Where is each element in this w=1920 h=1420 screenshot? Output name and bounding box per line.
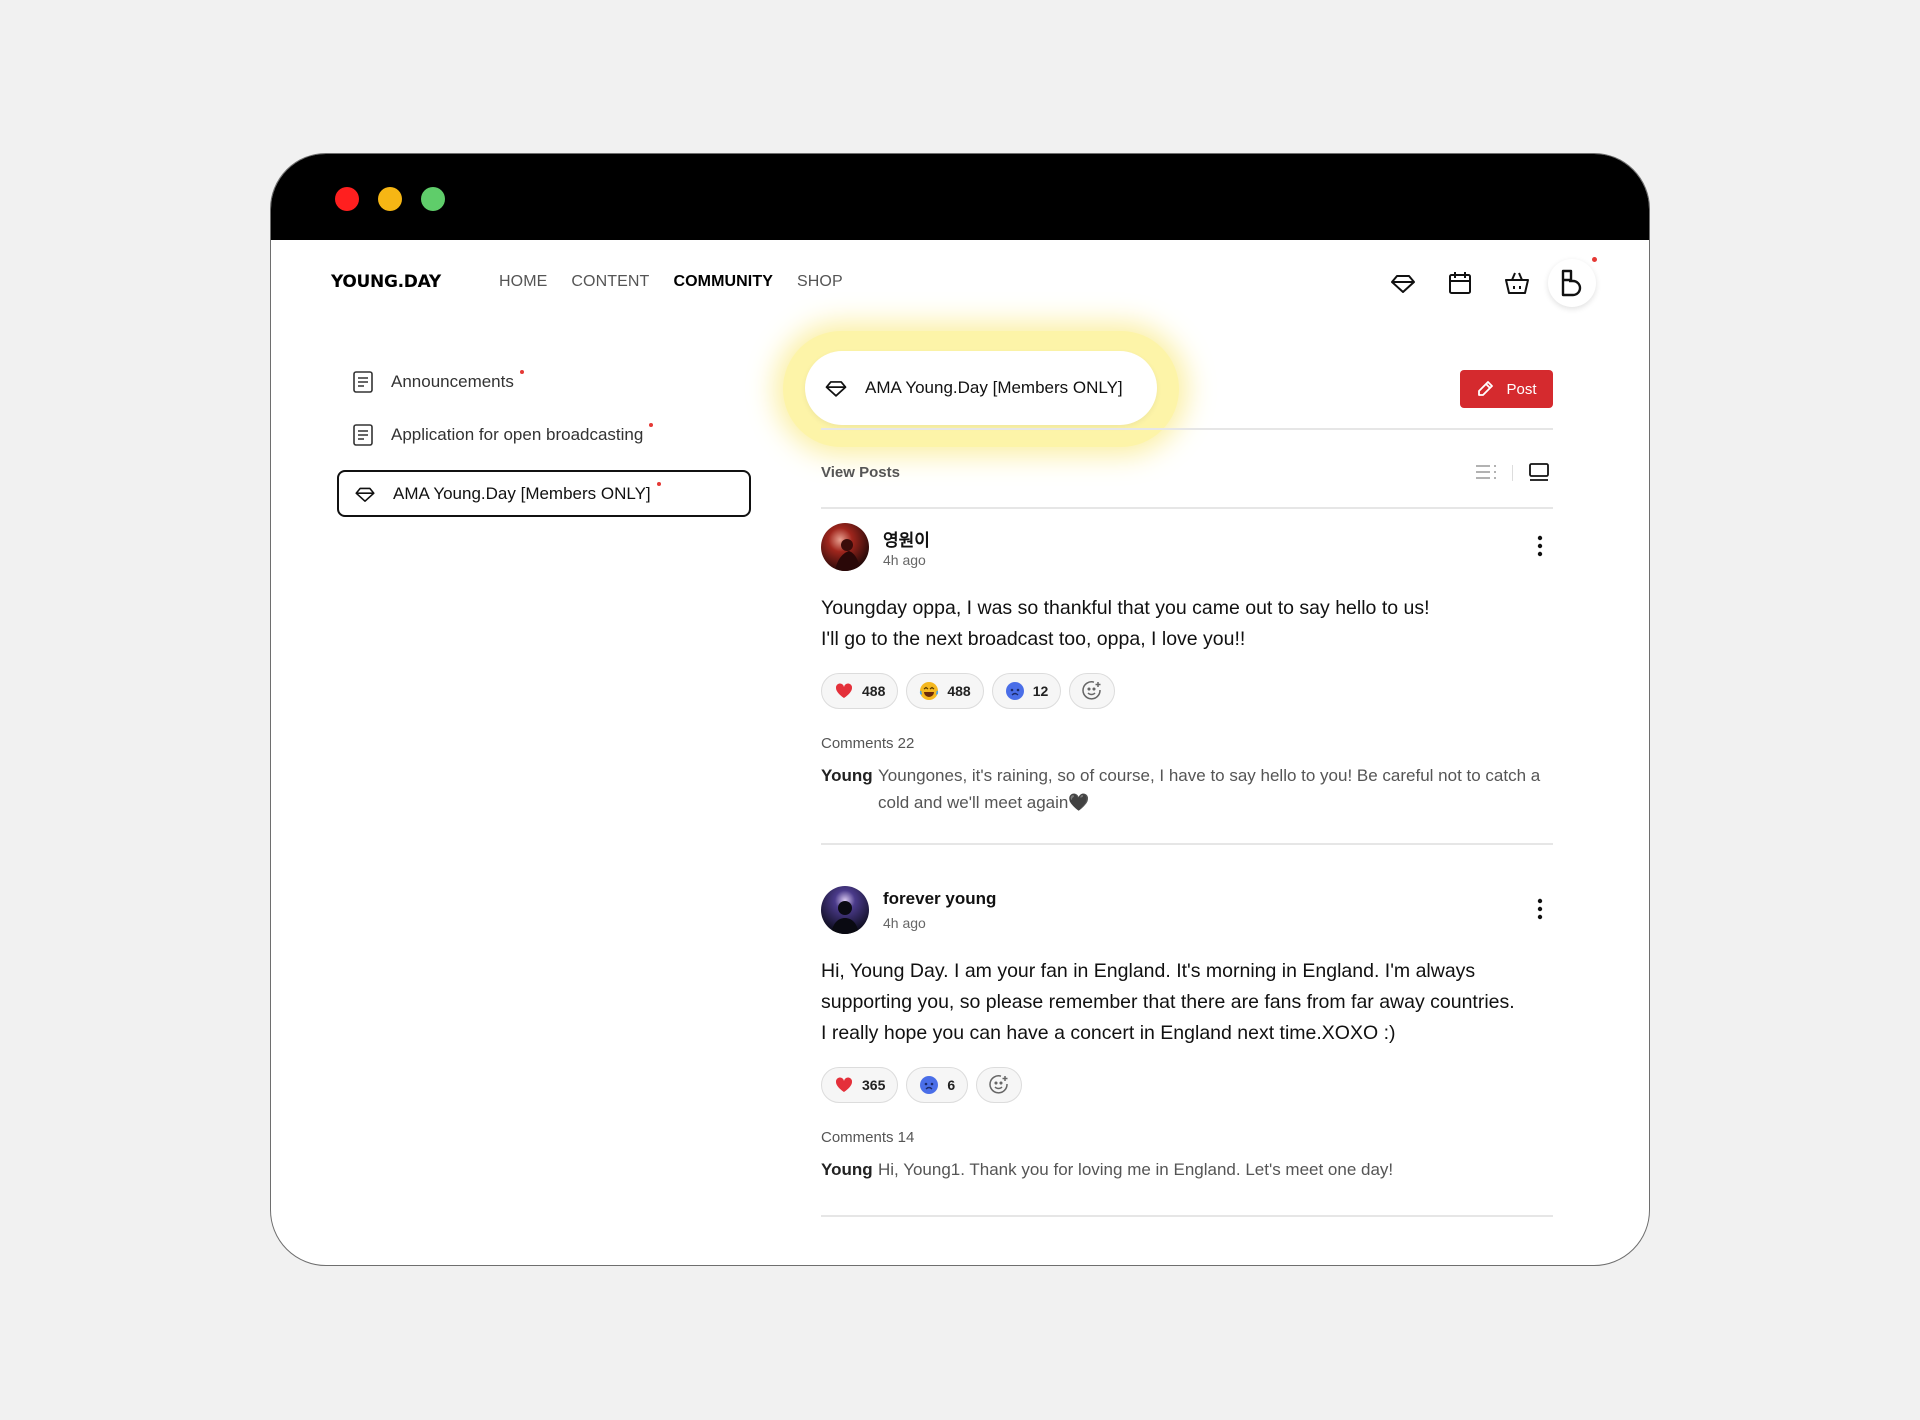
post-body: Hi, Young Day. I am your fan in England.… <box>821 956 1553 1049</box>
more-options-icon[interactable] <box>1527 533 1553 559</box>
view-posts-label: View Posts <box>821 464 900 481</box>
sidebar-item-label: Application for open broadcasting <box>391 424 644 444</box>
sidebar-item-label: AMA Young.Day [Members ONLY] <box>393 483 651 503</box>
list-view-icon[interactable] <box>1472 458 1500 486</box>
sidebar-item-label: Announcements <box>391 371 514 391</box>
laughing-emoji-icon <box>919 681 939 701</box>
browser-window: YOUNG.DAY HOME CONTENT COMMUNITY SHOP An… <box>270 153 1650 1266</box>
profile-avatar[interactable] <box>1548 259 1596 307</box>
new-indicator-dot <box>649 422 654 427</box>
comment: Young Hi, Young1. Thank you for loving m… <box>821 1156 1553 1183</box>
post-body-line: supporting you, so please remember that … <box>821 991 1515 1013</box>
diamond-icon <box>353 482 377 506</box>
add-reaction-button[interactable] <box>976 1067 1023 1103</box>
comment-text: Hi, Young1. Thank you for loving me in E… <box>878 1160 1394 1179</box>
post-button-label: Post <box>1506 380 1537 398</box>
view-toggle-separator <box>1512 465 1513 481</box>
window-titlebar <box>271 154 1649 240</box>
divider <box>821 507 1553 509</box>
post-body-line: I'll go to the next broadcast too, oppa,… <box>821 628 1246 650</box>
reaction-count: 488 <box>862 683 886 699</box>
heart-icon <box>834 681 854 701</box>
divider <box>821 843 1553 845</box>
main-nav: HOME CONTENT COMMUNITY SHOP <box>499 273 843 291</box>
card-view-icon[interactable] <box>1525 458 1553 486</box>
post-card: 영원이 4h ago Youngday oppa, I was so thank… <box>821 523 1553 816</box>
notification-dot <box>1592 257 1597 262</box>
nav-shop[interactable]: SHOP <box>797 273 843 291</box>
post-body-line: Youngday oppa, I was so thankful that yo… <box>821 597 1430 619</box>
post-time: 4h ago <box>883 915 926 931</box>
add-emoji-icon <box>989 1075 1008 1094</box>
shopping-bag-icon[interactable] <box>1501 267 1533 299</box>
user-avatar[interactable] <box>821 523 869 571</box>
more-options-icon[interactable] <box>1527 896 1553 922</box>
minimize-window-button[interactable] <box>378 187 402 211</box>
channel-title: AMA Young.Day [Members ONLY] <box>865 378 1123 397</box>
post-button[interactable]: Post <box>1460 370 1553 408</box>
post-body-line: I really hope you can have a concert in … <box>821 1022 1396 1044</box>
blue-face-emoji-icon <box>1005 681 1025 701</box>
user-avatar[interactable] <box>821 886 869 934</box>
post-body: Youngday oppa, I was so thankful that yo… <box>821 593 1553 655</box>
reaction-count: 365 <box>862 1077 886 1093</box>
reaction-heart[interactable]: 365 <box>821 1067 899 1103</box>
post-author[interactable]: forever young <box>883 889 996 909</box>
comment: Young Youngones, it's raining, so of cou… <box>821 762 1553 816</box>
sidebar-item-application-broadcasting[interactable]: Application for open broadcasting <box>337 411 751 458</box>
nav-home[interactable]: HOME <box>499 273 547 291</box>
post-card: forever young 4h ago Hi, Young Day. I am… <box>821 886 1553 1183</box>
reaction-count: 6 <box>947 1077 956 1093</box>
diamond-icon <box>823 375 849 401</box>
reaction-count: 12 <box>1032 683 1049 699</box>
comments-count[interactable]: Comments 14 <box>821 1129 1553 1146</box>
heart-icon <box>834 1075 854 1095</box>
site-logo[interactable]: YOUNG.DAY <box>331 272 441 292</box>
maximize-window-button[interactable] <box>421 187 445 211</box>
diamond-icon[interactable] <box>1387 267 1419 299</box>
post-body-line: Hi, Young Day. I am your fan in England.… <box>821 960 1476 982</box>
comment-author[interactable]: Young <box>821 762 878 816</box>
new-indicator-dot <box>656 481 661 486</box>
new-indicator-dot <box>519 369 524 374</box>
post-time: 4h ago <box>883 552 926 568</box>
close-window-button[interactable] <box>335 187 359 211</box>
sidebar-item-announcements[interactable]: Announcements <box>337 358 751 405</box>
add-reaction-button[interactable] <box>1069 673 1116 709</box>
divider <box>821 428 1553 430</box>
reaction-blue-face[interactable]: 12 <box>991 673 1062 709</box>
reaction-blue-face[interactable]: 6 <box>906 1067 969 1103</box>
sidebar-item-ama-members[interactable]: AMA Young.Day [Members ONLY] <box>337 470 751 517</box>
reactions-bar: 365 6 <box>821 1067 1553 1103</box>
comment-text: Youngones, it's raining, so of course, I… <box>878 766 1541 812</box>
post-author[interactable]: 영원이 <box>883 526 930 551</box>
calendar-icon[interactable] <box>1444 267 1476 299</box>
pencil-icon <box>1478 381 1494 396</box>
add-emoji-icon <box>1082 681 1102 700</box>
channel-title-pill: AMA Young.Day [Members ONLY] <box>805 351 1157 425</box>
reactions-bar: 488 488 12 <box>821 673 1553 709</box>
comment-author[interactable]: Young <box>821 1156 878 1183</box>
comments-count[interactable]: Comments 22 <box>821 735 1553 752</box>
reaction-count: 488 <box>947 683 971 699</box>
reaction-heart[interactable]: 488 <box>821 673 899 709</box>
blue-face-emoji-icon <box>919 1075 939 1095</box>
nav-community[interactable]: COMMUNITY <box>673 273 773 291</box>
document-icon <box>351 370 375 394</box>
reaction-laughing[interactable]: 488 <box>906 673 984 709</box>
divider <box>821 1215 1553 1217</box>
nav-content[interactable]: CONTENT <box>571 273 649 291</box>
document-icon <box>351 423 375 447</box>
